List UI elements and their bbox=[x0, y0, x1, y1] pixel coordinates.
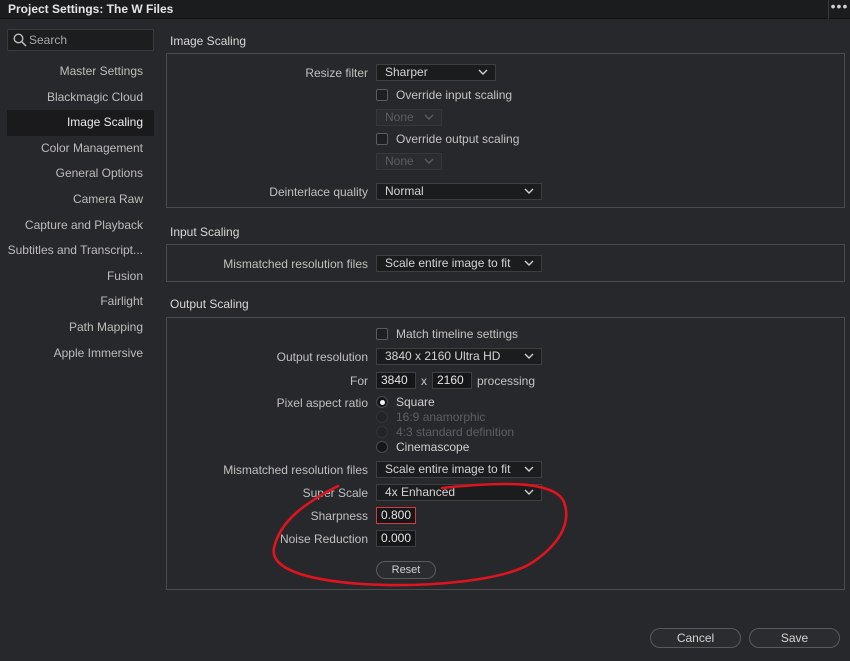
override-input-dropdown: None bbox=[376, 109, 442, 126]
super-scale-value: 4x Enhanced bbox=[385, 485, 456, 499]
chevron-down-icon bbox=[524, 466, 534, 472]
output-mismatched-value: Scale entire image to fit bbox=[385, 462, 511, 476]
output-mismatched-label: Mismatched resolution files bbox=[223, 463, 368, 477]
override-output-dropdown: None bbox=[376, 153, 442, 170]
search-input[interactable] bbox=[29, 32, 149, 48]
radio-cinemascope[interactable] bbox=[376, 441, 388, 453]
settings-sidebar: Master Settings Blackmagic Cloud Image S… bbox=[7, 59, 154, 366]
match-timeline-checkbox[interactable] bbox=[376, 328, 388, 340]
input-scaling-title: Input Scaling bbox=[170, 225, 240, 239]
height-field[interactable]: 2160 bbox=[432, 372, 472, 389]
super-scale-label: Super Scale bbox=[302, 486, 368, 500]
output-resolution-dropdown[interactable]: 3840 x 2160 Ultra HD bbox=[376, 348, 542, 365]
search-box[interactable] bbox=[7, 29, 154, 51]
deinterlace-label: Deinterlace quality bbox=[269, 185, 368, 199]
width-field[interactable]: 3840 bbox=[376, 372, 416, 389]
radio-16-9-anamorphic-label: 16:9 anamorphic bbox=[396, 410, 486, 424]
chevron-down-icon bbox=[524, 260, 534, 266]
search-icon bbox=[13, 33, 27, 47]
deinterlace-dropdown[interactable]: Normal bbox=[376, 183, 542, 200]
output-scaling-title: Output Scaling bbox=[170, 297, 249, 311]
sidebar-item-master-settings[interactable]: Master Settings bbox=[7, 59, 154, 85]
override-output-checkbox[interactable] bbox=[376, 133, 388, 145]
output-mismatched-dropdown[interactable]: Scale entire image to fit bbox=[376, 461, 542, 478]
resize-filter-label: Resize filter bbox=[305, 66, 368, 80]
times-label: x bbox=[421, 374, 427, 388]
sidebar-item-general-options[interactable]: General Options bbox=[7, 161, 154, 187]
sharpness-label: Sharpness bbox=[310, 509, 368, 523]
radio-16-9-anamorphic bbox=[376, 411, 388, 423]
override-input-checkbox[interactable] bbox=[376, 89, 388, 101]
more-options-icon[interactable]: ••• bbox=[828, 0, 850, 19]
radio-4-3-standard bbox=[376, 426, 388, 438]
match-timeline-label: Match timeline settings bbox=[396, 327, 519, 341]
window-title: Project Settings: The W Files bbox=[8, 2, 174, 16]
processing-label: processing bbox=[477, 374, 536, 388]
noise-reduction-label: Noise Reduction bbox=[279, 532, 368, 546]
override-input-value: None bbox=[385, 110, 414, 124]
sharpness-field[interactable]: 0.800 bbox=[376, 507, 416, 524]
radio-square-label: Square bbox=[396, 395, 435, 409]
chevron-down-icon bbox=[524, 353, 534, 359]
sidebar-item-path-mapping[interactable]: Path Mapping bbox=[7, 315, 154, 341]
super-scale-dropdown[interactable]: 4x Enhanced bbox=[376, 484, 542, 501]
sidebar-item-fusion[interactable]: Fusion bbox=[7, 264, 154, 290]
sidebar-item-blackmagic-cloud[interactable]: Blackmagic Cloud bbox=[7, 85, 154, 111]
radio-square[interactable] bbox=[376, 396, 388, 408]
reset-button[interactable]: Reset bbox=[376, 561, 436, 579]
output-resolution-value: 3840 x 2160 Ultra HD bbox=[385, 349, 501, 363]
sidebar-item-color-management[interactable]: Color Management bbox=[7, 136, 154, 162]
sidebar-item-apple-immersive[interactable]: Apple Immersive bbox=[7, 341, 154, 367]
override-output-label: Override output scaling bbox=[396, 132, 520, 146]
pixel-aspect-label: Pixel aspect ratio bbox=[276, 396, 368, 410]
chevron-down-icon bbox=[478, 69, 488, 75]
input-mismatched-dropdown[interactable]: Scale entire image to fit bbox=[376, 255, 542, 272]
chevron-down-icon bbox=[424, 114, 434, 120]
deinterlace-value: Normal bbox=[385, 184, 424, 198]
for-label: For bbox=[350, 374, 368, 388]
output-resolution-label: Output resolution bbox=[276, 350, 368, 364]
sidebar-item-capture-and-playback[interactable]: Capture and Playback bbox=[7, 213, 154, 239]
resize-filter-dropdown[interactable]: Sharper bbox=[376, 64, 496, 81]
sidebar-item-camera-raw[interactable]: Camera Raw bbox=[7, 187, 154, 213]
title-bar: Project Settings: The W Files ••• bbox=[0, 0, 850, 19]
input-mismatched-value: Scale entire image to fit bbox=[385, 256, 511, 270]
sidebar-item-subtitles[interactable]: Subtitles and Transcript... bbox=[7, 238, 154, 264]
chevron-down-icon bbox=[424, 158, 434, 164]
sidebar-item-image-scaling[interactable]: Image Scaling bbox=[7, 110, 154, 136]
input-mismatched-label: Mismatched resolution files bbox=[223, 257, 368, 271]
image-scaling-title: Image Scaling bbox=[170, 34, 247, 48]
override-input-label: Override input scaling bbox=[396, 88, 513, 102]
resize-filter-value: Sharper bbox=[385, 65, 428, 79]
chevron-down-icon bbox=[524, 188, 534, 194]
radio-4-3-standard-label: 4:3 standard definition bbox=[396, 425, 515, 439]
override-output-value: None bbox=[385, 154, 414, 168]
sidebar-item-fairlight[interactable]: Fairlight bbox=[7, 289, 154, 315]
cancel-button[interactable]: Cancel bbox=[650, 628, 741, 648]
chevron-down-icon bbox=[524, 489, 534, 495]
radio-cinemascope-label: Cinemascope bbox=[396, 440, 470, 454]
save-button[interactable]: Save bbox=[749, 628, 840, 648]
noise-reduction-field[interactable]: 0.000 bbox=[376, 530, 416, 547]
